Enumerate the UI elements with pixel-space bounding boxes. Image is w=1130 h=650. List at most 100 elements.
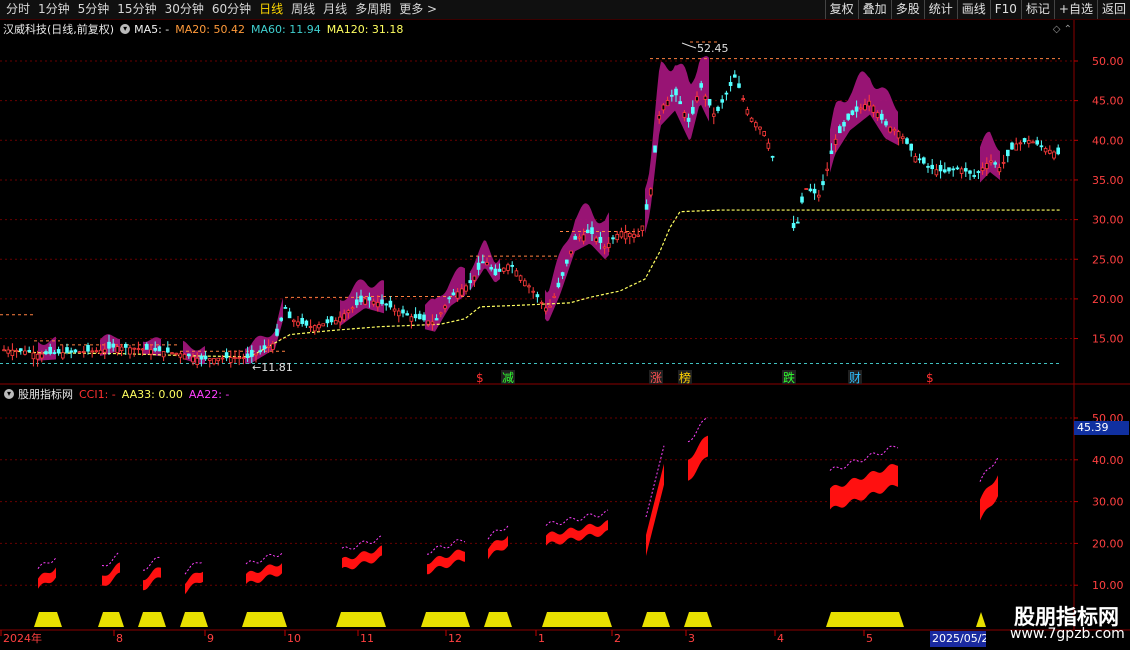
time-axis-label: 11: [360, 632, 374, 645]
aa22-line: [184, 561, 204, 575]
cci-bar-group: [427, 549, 465, 575]
cci-bar-group: [143, 567, 161, 591]
candle-up: [233, 357, 237, 359]
candle-up: [342, 313, 346, 321]
candle-up: [989, 160, 993, 163]
signal-pulse: [180, 612, 208, 627]
candle-up: [758, 126, 762, 130]
candle-up: [321, 323, 325, 327]
candle-down: [728, 82, 733, 86]
time-axis-label: 3: [688, 632, 695, 645]
candle-down: [707, 98, 712, 106]
cci-bar-group: [546, 519, 608, 546]
candle-down: [846, 113, 850, 120]
candle-up: [132, 347, 137, 350]
candle-up: [228, 357, 233, 363]
kline-chart[interactable]: 50.00 45.00 40.00 35.00 30.00 25.00 20.00 15.00…: [0, 0, 1130, 650]
candle-up: [640, 225, 645, 231]
candle-down: [724, 92, 729, 95]
sub-current-value: 45.39: [1074, 421, 1129, 435]
candle-up: [523, 280, 527, 287]
candle-up: [934, 169, 939, 176]
candle-up: [825, 168, 829, 171]
signal-pulse: [336, 612, 386, 627]
signal-pulse: [542, 612, 612, 627]
candle-up: [136, 348, 141, 350]
candle-down: [73, 349, 78, 353]
candle-down: [850, 110, 855, 116]
candle-up: [577, 236, 582, 239]
candle-down: [413, 314, 418, 319]
candle-down: [434, 318, 439, 321]
sub-axis-label: 40.00: [1092, 454, 1124, 467]
candle-up: [170, 352, 174, 355]
candle-up: [128, 347, 132, 355]
candle-up: [455, 291, 460, 299]
candle-up: [1018, 142, 1023, 145]
signal-pulse: [484, 612, 512, 627]
candle-up: [485, 262, 489, 266]
candle-down: [842, 121, 846, 127]
price-axis-label: 15.00: [1092, 333, 1124, 346]
aa22-line: [37, 557, 57, 569]
candle-up: [1014, 143, 1018, 151]
candle-down: [510, 265, 514, 267]
candle-down: [909, 143, 913, 151]
candle-down: [186, 353, 191, 357]
candle-down: [838, 126, 842, 134]
signal-pulse: [976, 612, 986, 627]
candle-up: [501, 267, 506, 272]
aa22-line: [545, 509, 609, 526]
high-price-label: 52.45: [697, 42, 729, 55]
candle-down: [380, 299, 384, 305]
candle-up: [82, 351, 86, 353]
candle-down: [44, 351, 48, 355]
candle-up: [665, 100, 670, 107]
candle-down: [300, 317, 304, 324]
candle-up: [363, 298, 367, 305]
candle-down: [972, 175, 976, 177]
candle-up: [741, 98, 745, 100]
candle-up: [1027, 140, 1031, 144]
candle-down: [497, 268, 502, 272]
candle-up: [871, 105, 876, 113]
candle-up: [338, 316, 342, 323]
candle-up: [182, 353, 187, 360]
aa22-line: [979, 457, 999, 482]
candle-down: [800, 196, 804, 203]
price-axis-label: 45.00: [1092, 95, 1124, 108]
candle-down: [955, 167, 960, 170]
cci-bar-group: [342, 545, 382, 570]
candle-up: [506, 264, 510, 271]
candle-up: [23, 350, 27, 355]
candle-up: [1048, 149, 1052, 154]
candle-up: [371, 300, 376, 305]
candle-down: [770, 155, 775, 158]
candle-down: [468, 280, 472, 284]
signal-pulse: [138, 612, 166, 627]
candle-down: [388, 300, 393, 308]
candle-up: [426, 320, 430, 325]
candle-down: [560, 272, 565, 276]
candle-down: [401, 309, 405, 314]
candle-up: [270, 343, 275, 350]
candle-down: [917, 158, 922, 161]
candle-down: [447, 297, 451, 300]
signal-pulse: [684, 612, 712, 627]
candle-down: [367, 296, 372, 301]
candle-down: [968, 170, 972, 174]
candle-down: [359, 295, 363, 303]
candle-down: [56, 349, 61, 354]
candle-up: [31, 352, 36, 360]
candle-down: [556, 282, 561, 288]
candle-down: [1006, 149, 1010, 157]
high-marker: [681, 42, 697, 49]
candle-up: [392, 308, 397, 312]
candle-up: [531, 290, 535, 293]
candle-up: [77, 351, 82, 354]
candle-down: [52, 352, 57, 354]
candle-up: [766, 142, 771, 149]
candle-up: [569, 250, 573, 255]
candle-down: [354, 299, 359, 306]
signal-marker-1: 减: [502, 371, 514, 385]
